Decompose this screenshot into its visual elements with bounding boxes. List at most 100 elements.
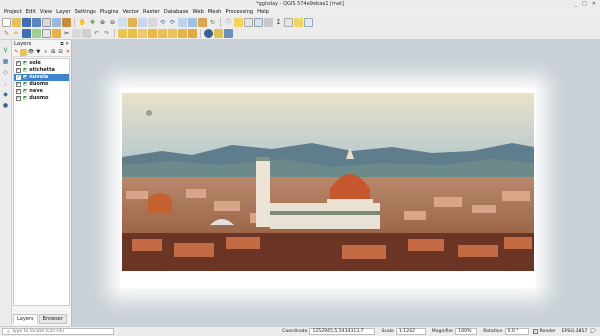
measure-icon[interactable] [284,17,293,27]
zoom-in-icon[interactable]: ⊕ [98,18,107,27]
current-edits-icon[interactable]: ✎ [2,29,11,38]
coordinate-field[interactable]: 1252945,5,5434313,7 [309,328,376,335]
zoom-to-layer-icon[interactable] [148,17,157,27]
menu-web[interactable]: Web [192,9,203,15]
delete-selected-icon[interactable] [52,29,61,38]
layer-visibility-checkbox[interactable]: ✓ [16,75,21,80]
new-project-icon[interactable] [2,17,11,27]
label-change-icon[interactable] [168,29,177,38]
plugin-globe-icon[interactable] [204,29,213,38]
layer-row[interactable]: ✓ ◩ neve [14,88,69,95]
identify-icon[interactable]: ⓘ [224,18,233,27]
layer-visibility-checkbox[interactable]: ✓ [16,96,21,101]
plugin-python-icon[interactable] [214,29,223,38]
save-project-icon[interactable] [22,17,31,27]
add-feature-icon[interactable] [32,29,41,38]
label-toolbar-icon[interactable] [118,29,127,38]
vertex-tool-icon[interactable] [42,29,51,38]
zoom-next-icon[interactable]: ⟳ [168,18,177,27]
add-group-icon[interactable] [20,48,27,56]
layer-visibility-checkbox[interactable]: ✓ [16,61,21,66]
menu-mesh[interactable]: Mesh [208,9,222,15]
new-3d-view-icon[interactable] [188,17,197,27]
open-attribute-table-icon[interactable] [254,17,263,27]
add-vector-layer-icon[interactable]: V [1,46,10,55]
tab-browser[interactable]: Browser [38,314,67,324]
menu-vector[interactable]: Vector [122,9,139,15]
zoom-to-selection-icon[interactable] [138,17,147,27]
undo-icon[interactable]: ↶ [92,29,101,38]
label-move-icon[interactable] [148,29,157,38]
map-tips-icon[interactable] [294,17,303,27]
magnifier-field[interactable]: 100% [455,328,478,335]
layer-row[interactable]: ✓ ◩ duomo [14,95,69,102]
menu-view[interactable]: View [40,9,52,15]
maximize-button[interactable]: □ [582,1,587,7]
minimize-button[interactable]: _ [575,1,578,7]
tab-layers[interactable]: Layers [13,314,38,324]
deselect-icon[interactable] [244,17,253,27]
add-spatialite-icon[interactable]: ◆ [1,90,10,99]
label-show-hide-icon[interactable] [178,29,187,38]
bookmark-icon[interactable] [198,17,207,27]
remove-layer-icon[interactable]: ✕ [65,49,71,56]
copy-features-icon[interactable] [72,29,81,38]
add-delimited-text-icon[interactable]: , [1,79,10,88]
manage-visibility-icon[interactable]: 👁 [28,49,34,56]
expand-all-icon[interactable]: ⊞ [50,49,56,56]
open-project-icon[interactable] [12,17,21,27]
layer-row[interactable]: ✓ ◩ sole [14,60,69,67]
open-layer-styling-icon[interactable]: ✎ [13,49,19,56]
menu-plugins[interactable]: Plugins [100,9,119,15]
locator-input[interactable] [11,329,112,334]
annotation-icon[interactable] [304,17,313,27]
paste-features-icon[interactable] [82,29,91,38]
add-postgis-icon[interactable]: ● [1,101,10,110]
layer-visibility-checkbox[interactable]: ✓ [16,89,21,94]
layer-row[interactable]: ✓ ◩ nuvola [14,74,69,81]
render-checkbox[interactable]: ✓ [532,329,538,334]
redo-icon[interactable]: ↷ [102,29,111,38]
panel-float-close-icon[interactable]: ⧉ ✕ [60,41,69,47]
menu-layer[interactable]: Layer [56,9,70,15]
layout-manager-icon[interactable] [52,17,61,27]
zoom-full-icon[interactable] [128,17,137,27]
select-features-icon[interactable] [234,17,243,27]
pan-icon[interactable]: ✋ [78,18,87,27]
toggle-editing-icon[interactable]: ✏ [12,29,21,38]
messages-icon[interactable]: 💬 [590,329,596,334]
crs-button[interactable]: EPSG:3857 [562,329,587,334]
pan-to-selection-icon[interactable]: ✥ [88,18,97,27]
menu-edit[interactable]: Edit [26,9,36,15]
statistics-icon[interactable]: Σ [274,18,283,27]
zoom-out-icon[interactable]: ⊖ [108,18,117,27]
layer-visibility-checkbox[interactable]: ✓ [16,68,21,73]
menu-database[interactable]: Database [164,9,189,15]
filter-expression-icon[interactable]: ε [43,49,49,56]
field-calculator-icon[interactable] [264,17,273,27]
add-mesh-layer-icon[interactable]: ◇ [1,68,10,77]
label-pin-icon[interactable] [128,29,137,38]
new-map-view-icon[interactable] [178,17,187,27]
layer-row[interactable]: ✓ ◩ duomo [14,81,69,88]
save-edits-icon[interactable] [22,29,31,38]
cut-features-icon[interactable]: ✂ [62,29,71,38]
scale-field[interactable]: 1:1242 [395,328,426,335]
filter-legend-icon[interactable]: ▼ [35,49,41,56]
label-highlight-icon[interactable] [138,29,147,38]
close-button[interactable]: ✕ [592,1,596,7]
map-canvas[interactable] [73,40,600,326]
style-manager-icon[interactable] [62,17,71,27]
label-diagram-icon[interactable] [188,29,197,38]
add-raster-layer-icon[interactable]: ▦ [1,57,10,66]
menu-settings[interactable]: Settings [75,9,96,15]
collapse-all-icon[interactable]: ⊟ [57,49,63,56]
menu-project[interactable]: Project [4,9,22,15]
rotation-field[interactable]: 0,0 ° [504,328,529,335]
menu-raster[interactable]: Raster [143,9,160,15]
save-as-icon[interactable] [32,17,41,27]
label-rotate-icon[interactable] [158,29,167,38]
menu-processing[interactable]: Processing [225,9,253,15]
layer-row[interactable]: ✓ ◩ etichetta [14,67,69,74]
menu-help[interactable]: Help [257,9,269,15]
